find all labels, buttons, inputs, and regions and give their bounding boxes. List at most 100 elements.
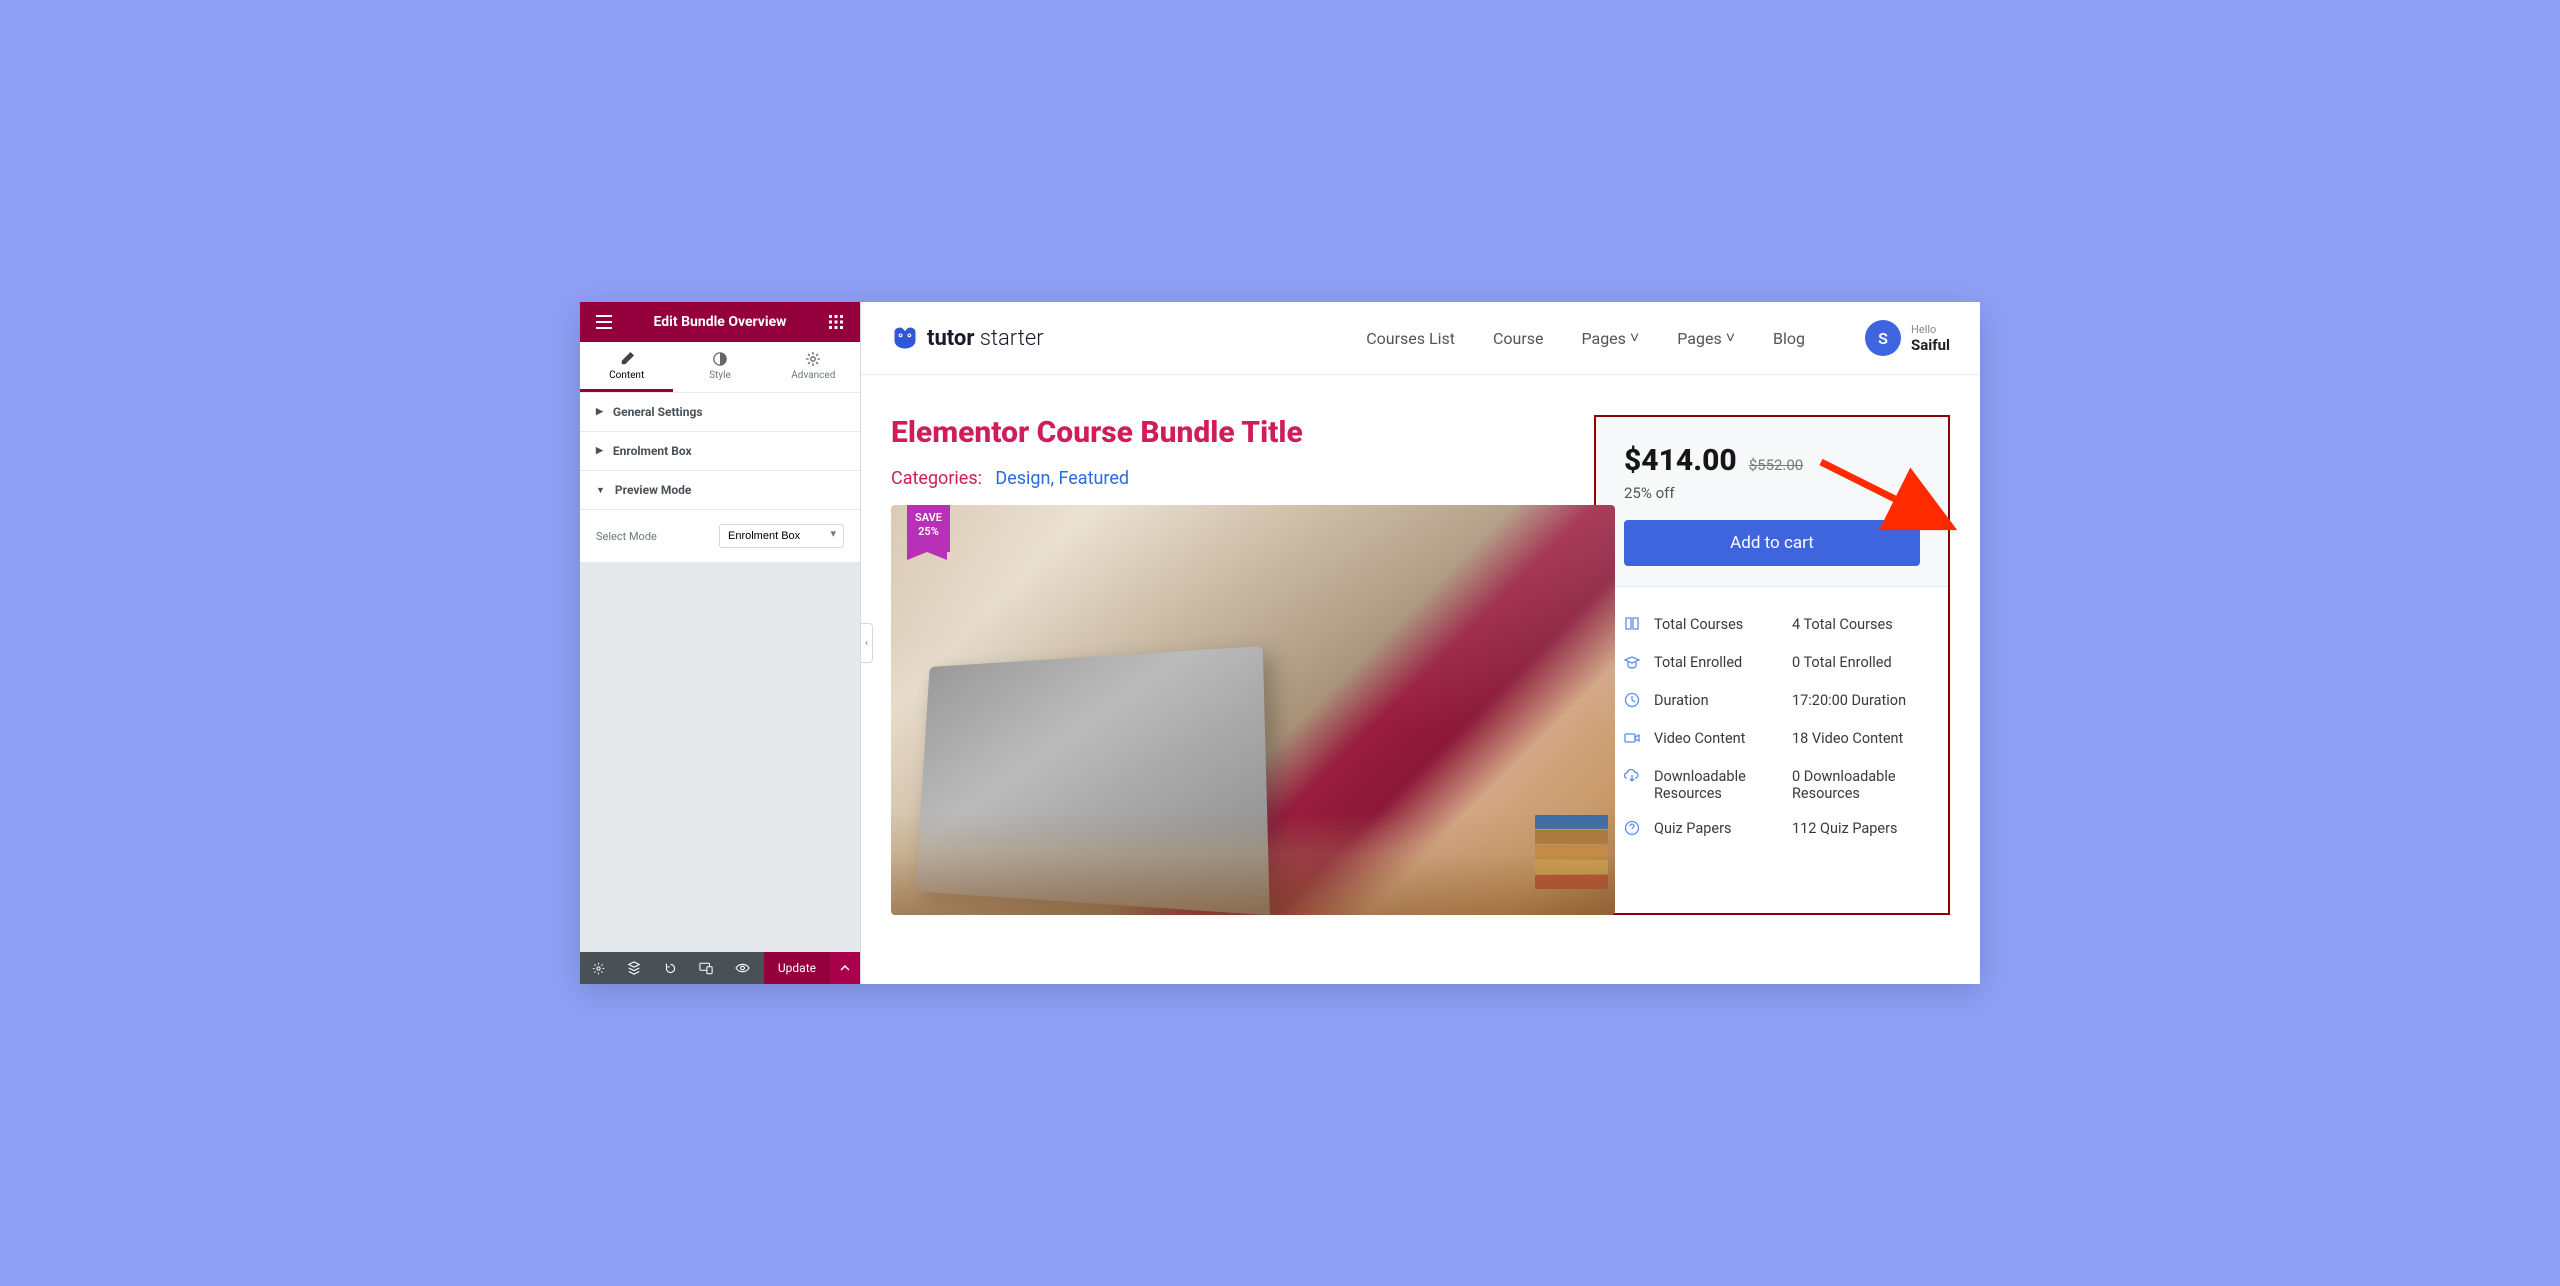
preview-mode-body: Select Mode Enrolment Box — [580, 510, 860, 563]
select-mode-label: Select Mode — [596, 530, 657, 543]
meta-duration: Duration 17:20:00 Duration — [1624, 683, 1920, 721]
chevron-up-icon — [840, 965, 850, 971]
app-frame: Edit Bundle Overview Content Style Advan… — [580, 302, 1980, 984]
nav-blog[interactable]: Blog — [1773, 329, 1805, 348]
meta-value: 0 Downloadable Resources — [1792, 768, 1920, 802]
nav-course[interactable]: Course — [1493, 329, 1544, 348]
menu-icon[interactable] — [594, 312, 614, 332]
meta-quiz-papers: Quiz Papers 112 Quiz Papers — [1624, 811, 1920, 849]
pencil-icon — [620, 352, 634, 366]
chevron-down-icon: ˅ — [1630, 328, 1639, 348]
meta-label: Quiz Papers — [1654, 820, 1782, 837]
preview-area: tutor starter Courses List Course Pages … — [861, 302, 1980, 984]
meta-value: 4 Total Courses — [1792, 616, 1920, 633]
section-enrolment-box[interactable]: ▶ Enrolment Box — [580, 432, 860, 471]
update-button[interactable]: Update — [764, 952, 830, 984]
settings-icon[interactable] — [580, 952, 616, 984]
nav-pages-1[interactable]: Pages ˅ — [1581, 328, 1639, 348]
meta-video-content: Video Content 18 Video Content — [1624, 721, 1920, 759]
preview-icon[interactable] — [724, 952, 760, 984]
responsive-icon[interactable] — [688, 952, 724, 984]
chevron-right-icon: ▶ — [596, 446, 603, 456]
enrolment-box: $414.00 $552.00 25% off Add to cart Tota… — [1594, 415, 1950, 915]
contrast-icon — [713, 352, 727, 366]
ribbon-text-1: SAVE — [915, 511, 942, 525]
owl-icon — [891, 326, 919, 350]
quiz-icon — [1624, 820, 1644, 840]
navigator-icon[interactable] — [616, 952, 652, 984]
select-mode-dropdown[interactable]: Enrolment Box — [719, 524, 844, 548]
panel-tabs: Content Style Advanced — [580, 342, 860, 393]
video-icon — [1624, 730, 1644, 750]
user-name: Saiful — [1911, 336, 1950, 354]
course-hero-image: SAVE 25% — [891, 505, 1615, 915]
section-preview-mode[interactable]: ▼ Preview Mode — [580, 471, 860, 510]
meta-total-courses: Total Courses 4 Total Courses — [1624, 607, 1920, 645]
add-to-cart-button[interactable]: Add to cart — [1624, 520, 1920, 566]
update-button-label: Update — [778, 961, 816, 975]
price-row: $414.00 $552.00 — [1624, 443, 1920, 478]
nav-courses-list[interactable]: Courses List — [1366, 329, 1455, 348]
gear-icon — [806, 352, 820, 366]
section-general-settings[interactable]: ▶ General Settings — [580, 393, 860, 432]
tab-advanced[interactable]: Advanced — [767, 342, 860, 392]
panel-header: Edit Bundle Overview — [580, 302, 860, 342]
save-ribbon: SAVE 25% — [907, 505, 950, 552]
discount-text: 25% off — [1624, 484, 1920, 502]
main-nav: Courses List Course Pages ˅ Pages ˅ Blog — [1366, 328, 1805, 348]
tab-style-label: Style — [709, 370, 731, 381]
categories-row: Categories: Design, Featured — [891, 468, 1564, 489]
section-enrolment-label: Enrolment Box — [613, 444, 692, 458]
site-header: tutor starter Courses List Course Pages … — [861, 302, 1980, 375]
meta-label: Duration — [1654, 692, 1782, 709]
user-text: Hello Saiful — [1911, 323, 1950, 354]
meta-label: Total Courses — [1654, 616, 1782, 633]
category-design[interactable]: Design — [995, 468, 1050, 489]
clock-icon — [1624, 692, 1644, 712]
widgets-icon[interactable] — [826, 312, 846, 332]
meta-value: 17:20:00 Duration — [1792, 692, 1920, 709]
chevron-down-icon: ˅ — [1726, 328, 1735, 348]
page-content: Elementor Course Bundle Title Categories… — [861, 375, 1980, 915]
chevron-down-icon: ▼ — [596, 485, 605, 496]
content-left: Elementor Course Bundle Title Categories… — [891, 415, 1564, 915]
panel-footer: Update — [580, 952, 860, 984]
meta-total-enrolled: Total Enrolled 0 Total Enrolled — [1624, 645, 1920, 683]
user-block[interactable]: S Hello Saiful — [1865, 320, 1950, 356]
collapse-panel-handle[interactable]: ‹ — [861, 623, 873, 663]
meta-label: Total Enrolled — [1654, 654, 1782, 671]
ribbon-text-2: 25% — [915, 525, 942, 539]
tab-content-label: Content — [609, 370, 644, 381]
meta-label: Downloadable Resources — [1654, 768, 1782, 802]
graduation-icon — [1624, 654, 1644, 674]
tab-content[interactable]: Content — [580, 342, 673, 392]
logo[interactable]: tutor starter — [891, 326, 1044, 351]
panel-spacer — [580, 563, 860, 952]
meta-label: Video Content — [1654, 730, 1782, 747]
chevron-right-icon: ▶ — [596, 407, 603, 417]
logo-text: tutor starter — [927, 326, 1044, 351]
meta-value: 18 Video Content — [1792, 730, 1920, 747]
page-title: Elementor Course Bundle Title — [891, 415, 1564, 450]
meta-downloadable: Downloadable Resources 0 Downloadable Re… — [1624, 759, 1920, 811]
price-current: $414.00 — [1624, 443, 1737, 478]
user-greeting: Hello — [1911, 323, 1950, 336]
course-meta-list: Total Courses 4 Total Courses Total Enro… — [1596, 587, 1948, 869]
panel-title: Edit Bundle Overview — [654, 314, 787, 330]
download-icon — [1624, 768, 1644, 788]
meta-value: 0 Total Enrolled — [1792, 654, 1920, 671]
history-icon[interactable] — [652, 952, 688, 984]
avatar: S — [1865, 320, 1901, 356]
section-general-label: General Settings — [613, 405, 703, 419]
price-original: $552.00 — [1749, 456, 1804, 474]
categories-label: Categories: — [891, 468, 982, 489]
nav-pages-2[interactable]: Pages ˅ — [1677, 328, 1735, 348]
section-preview-mode-label: Preview Mode — [615, 483, 691, 497]
tab-style[interactable]: Style — [673, 342, 766, 392]
elementor-panel: Edit Bundle Overview Content Style Advan… — [580, 302, 861, 984]
update-options-button[interactable] — [830, 952, 860, 984]
category-featured[interactable]: Featured — [1058, 468, 1129, 489]
accordion: ▶ General Settings ▶ Enrolment Box ▼ Pre… — [580, 393, 860, 563]
enrolment-price-section: $414.00 $552.00 25% off Add to cart — [1596, 417, 1948, 587]
add-to-cart-label: Add to cart — [1730, 533, 1814, 553]
